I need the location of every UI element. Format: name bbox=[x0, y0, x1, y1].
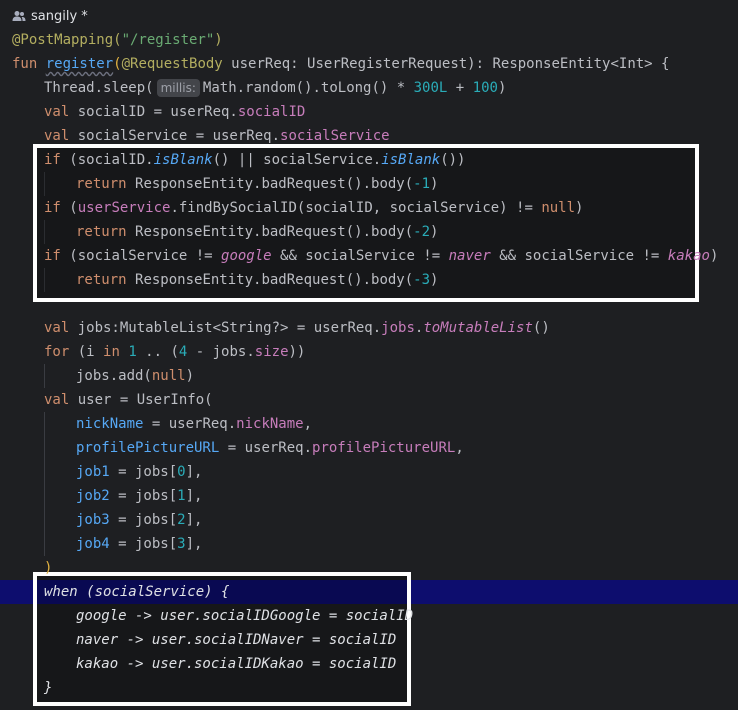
code-line-17[interactable]: profilePictureURL = userReq.profilePictu… bbox=[0, 436, 738, 460]
code-line-25[interactable]: naver -> user.socialIDNaver = socialID bbox=[0, 628, 738, 652]
author-label[interactable]: sangily * bbox=[12, 6, 88, 26]
code-line-12[interactable]: val jobs:MutableList<String?> = userReq.… bbox=[0, 316, 738, 340]
author-name: sangily * bbox=[31, 8, 88, 24]
function-name[interactable]: register bbox=[46, 56, 113, 72]
code-line-9[interactable]: return ResponseEntity.badRequest().body(… bbox=[0, 220, 738, 244]
code-line-23[interactable]: when (socialService) { bbox=[0, 580, 738, 604]
code-line-27[interactable]: } bbox=[0, 676, 738, 700]
code-line-15[interactable]: val user = UserInfo( bbox=[0, 388, 738, 412]
code-line-6[interactable]: if (socialID.isBlank() || socialService.… bbox=[0, 148, 738, 172]
code-line-4[interactable]: val socialID = userReq.socialID bbox=[0, 100, 738, 124]
people-icon bbox=[12, 11, 26, 21]
param-hint: millis: bbox=[156, 79, 200, 97]
code-line-22[interactable]: ) bbox=[0, 556, 738, 580]
code-line-8[interactable]: if (userService.findBySocialID(socialID,… bbox=[0, 196, 738, 220]
code-line-18[interactable]: job1 = jobs[0], bbox=[0, 460, 738, 484]
code-line-5[interactable]: val socialService = userReq.socialServic… bbox=[0, 124, 738, 148]
code-line-2[interactable]: fun register(@RequestBody userReq: UserR… bbox=[0, 52, 738, 76]
code-line-11[interactable]: return ResponseEntity.badRequest().body(… bbox=[0, 268, 738, 292]
code-line-21[interactable]: job4 = jobs[3], bbox=[0, 532, 738, 556]
code-line-20[interactable]: job3 = jobs[2], bbox=[0, 508, 738, 532]
code-line-16[interactable]: nickName = userReq.nickName, bbox=[0, 412, 738, 436]
code-line-14[interactable]: jobs.add(null) bbox=[0, 364, 738, 388]
code-line-10[interactable]: if (socialService != google && socialSer… bbox=[0, 244, 738, 268]
code-line-26[interactable]: kakao -> user.socialIDKakao = socialID bbox=[0, 652, 738, 676]
code-line-3[interactable]: Thread.sleep(millis: Math.random().toLong… bbox=[0, 76, 738, 100]
code-line-7[interactable]: return ResponseEntity.badRequest().body(… bbox=[0, 172, 738, 196]
code-line-19[interactable]: job2 = jobs[1], bbox=[0, 484, 738, 508]
code-line-24[interactable]: google -> user.socialIDGoogle = socialID bbox=[0, 604, 738, 628]
code-line-13[interactable]: for (i in 1 .. (4 - jobs.size)) bbox=[0, 340, 738, 364]
code-line-1[interactable]: @PostMapping("/register") bbox=[0, 28, 738, 52]
